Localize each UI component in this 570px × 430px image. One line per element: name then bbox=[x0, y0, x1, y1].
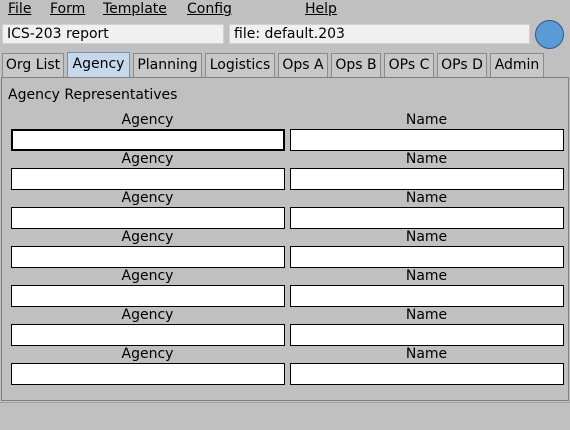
menu-template[interactable]: Template bbox=[103, 0, 167, 20]
name-label: Name bbox=[405, 346, 448, 362]
name-input-6[interactable] bbox=[290, 324, 564, 346]
menu-config[interactable]: Config bbox=[187, 0, 232, 20]
name-input-5[interactable] bbox=[290, 285, 564, 307]
name-label: Name bbox=[405, 151, 448, 167]
menu-bar: File Form Template Config Help bbox=[0, 0, 570, 20]
agency-label: Agency bbox=[121, 229, 174, 245]
agency-input-4[interactable] bbox=[11, 246, 285, 268]
menu-form[interactable]: Form bbox=[50, 0, 85, 20]
file-label: file: default.203 bbox=[229, 24, 530, 44]
tab-agency[interactable]: Agency bbox=[67, 52, 130, 78]
agency-panel: Agency Representatives Agency Name Agency N… bbox=[1, 77, 569, 401]
agency-input-5[interactable] bbox=[11, 285, 285, 307]
name-input-1[interactable] bbox=[290, 129, 564, 151]
agency-label: Agency bbox=[121, 307, 174, 323]
menu-template-label: Template bbox=[103, 1, 167, 17]
tab-admin[interactable]: Admin bbox=[490, 53, 544, 77]
agency-label: Agency bbox=[121, 112, 174, 128]
panel-title: Agency Representatives bbox=[8, 87, 178, 103]
menu-form-label: Form bbox=[50, 1, 86, 17]
name-label: Name bbox=[405, 190, 448, 206]
agency-label: Agency bbox=[121, 268, 174, 284]
menu-file-label: File bbox=[8, 1, 32, 17]
menu-help-label: Help bbox=[305, 1, 337, 17]
tab-ops-a[interactable]: Ops A bbox=[278, 53, 328, 77]
menu-config-label: Config bbox=[187, 1, 232, 17]
name-input-3[interactable] bbox=[290, 207, 564, 229]
status-indicator bbox=[535, 20, 564, 49]
agency-label: Agency bbox=[121, 190, 174, 206]
tab-planning[interactable]: Planning bbox=[133, 53, 202, 77]
menu-file[interactable]: File bbox=[8, 0, 31, 20]
name-input-7[interactable] bbox=[290, 363, 564, 385]
menu-help[interactable]: Help bbox=[305, 0, 337, 20]
name-input-4[interactable] bbox=[290, 246, 564, 268]
agency-label: Agency bbox=[121, 151, 174, 167]
agency-input-1[interactable] bbox=[11, 129, 285, 151]
status-bar bbox=[0, 402, 570, 430]
name-label: Name bbox=[405, 307, 448, 323]
tab-ops-c[interactable]: OPs C bbox=[384, 53, 434, 77]
tab-logistics[interactable]: Logistics bbox=[205, 53, 275, 77]
agency-label: Agency bbox=[121, 346, 174, 362]
report-title: ICS-203 report bbox=[2, 24, 224, 44]
name-input-2[interactable] bbox=[290, 168, 564, 190]
name-label: Name bbox=[405, 268, 448, 284]
name-label: Name bbox=[405, 112, 448, 128]
agency-input-6[interactable] bbox=[11, 324, 285, 346]
agency-input-7[interactable] bbox=[11, 363, 285, 385]
agency-input-3[interactable] bbox=[11, 207, 285, 229]
tab-ops-d[interactable]: OPs D bbox=[437, 53, 487, 77]
tab-org-list[interactable]: Org List bbox=[2, 53, 64, 77]
agency-input-2[interactable] bbox=[11, 168, 285, 190]
tab-bar: Org List Agency Planning Logistics Ops A… bbox=[0, 52, 570, 78]
tab-ops-b[interactable]: Ops B bbox=[331, 53, 381, 77]
name-label: Name bbox=[405, 229, 448, 245]
